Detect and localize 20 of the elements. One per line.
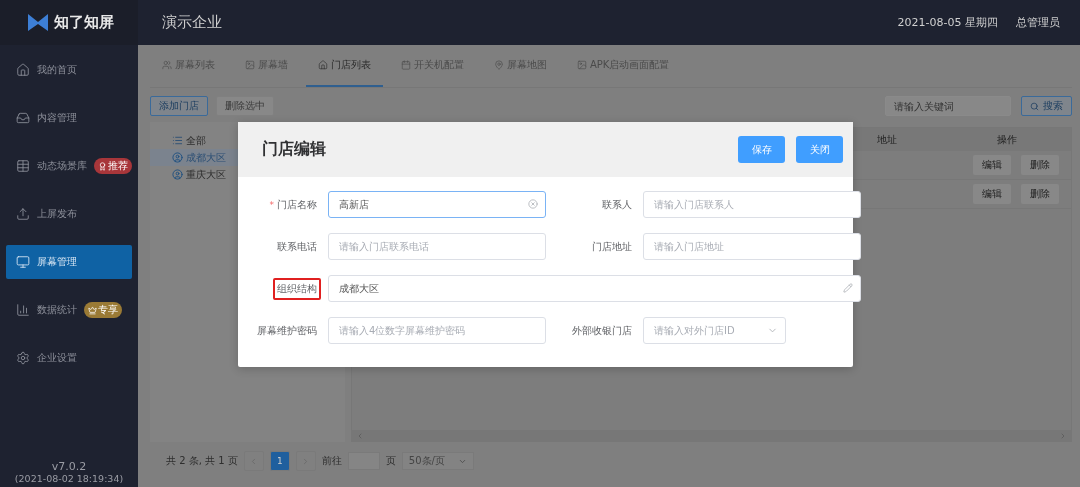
field-label: 外部收银门店 [571,323,633,338]
brand-name: 知了知屏 [54,13,114,32]
field-label: 联系人 [601,197,633,212]
version-label: v7.0.2 [50,460,88,473]
company-name: 演示企业 [162,13,223,32]
field-label: 门店地址 [591,239,633,254]
column-header: 操作 [996,132,1018,147]
sidebar-badge: 推荐 [94,158,132,174]
goto-label: 前往 [321,454,342,468]
field-label: * 门店名称 [268,197,318,212]
field-label: 屏幕维护密码 [256,323,318,338]
page-unit: 页 [385,454,396,468]
build-date: (2021-08-02 18:19:34) [13,473,125,485]
dialog-title: 门店编辑 [262,139,327,160]
field-label: 组织结构 [273,277,321,300]
field-label: 联系电话 [276,239,318,254]
current-date: 2021-08-05 星期四 [897,15,998,30]
sidebar-badge: 专享 [84,302,122,318]
page-summary: 共 2 条, 共 1 页 [166,454,238,468]
column-header: 地址 [876,132,898,147]
